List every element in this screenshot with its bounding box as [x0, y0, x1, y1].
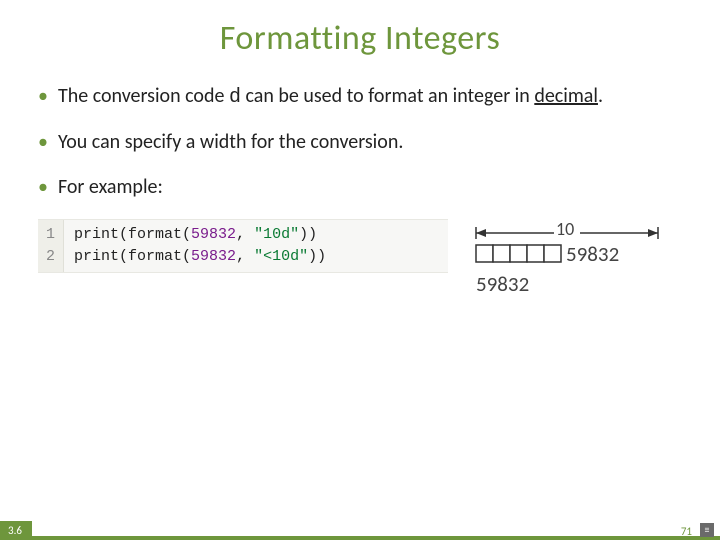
bullet-3: • For example: — [38, 174, 686, 201]
code-block: 1 2 print(format(59832, "10d")) print(fo… — [38, 219, 448, 273]
width-diagram: 10 59832 59832 — [462, 219, 672, 304]
example-row: 1 2 print(format(59832, "10d")) print(fo… — [38, 219, 686, 304]
code-gutter: 1 2 — [38, 220, 64, 272]
bullet-1: • The conversion code d can be used to f… — [38, 83, 686, 111]
bullet-dot: • — [38, 83, 48, 110]
bullet-2-text: You can specify a width for the conversi… — [58, 129, 686, 156]
underline-decimal: decimal — [534, 84, 598, 108]
footer-page-number: 71 — [681, 525, 692, 538]
code-body: print(format(59832, "10d")) print(format… — [64, 220, 336, 272]
bullet-1-text: The conversion code d can be used to for… — [58, 83, 686, 111]
inline-code-d: d — [229, 86, 241, 109]
menu-icon[interactable]: ≡ — [700, 523, 714, 537]
bullet-3-text: For example: — [58, 174, 686, 201]
footer-bar — [0, 536, 720, 540]
slide: Formatting Integers • The conversion cod… — [0, 0, 720, 540]
bullet-2: • You can specify a width for the conver… — [38, 129, 686, 156]
diagram-number-bottom: 59832 — [476, 271, 529, 297]
slide-title: Formatting Integers — [0, 0, 720, 69]
slide-footer: 3.6 71 ≡ — [0, 520, 720, 540]
diagram-number-top: 59832 — [566, 241, 619, 267]
diagram-width-label: 10 — [556, 218, 574, 240]
bullet-dot: • — [38, 174, 48, 201]
footer-section: 3.6 — [0, 521, 32, 540]
slide-body: • The conversion code d can be used to f… — [0, 83, 720, 304]
bullet-dot: • — [38, 129, 48, 156]
